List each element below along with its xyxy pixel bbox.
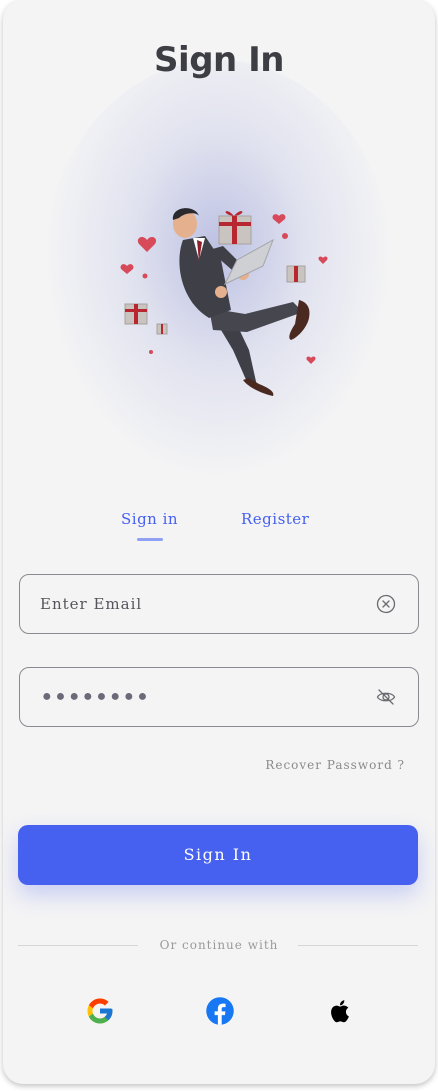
gift-box [156,323,168,335]
email-field[interactable]: Enter Email [19,574,419,634]
divider-right [298,945,418,946]
page-title: Sign In [154,40,284,80]
google-icon[interactable] [85,996,115,1026]
heart-decoration [306,356,316,364]
email-placeholder: Enter Email [40,595,143,613]
heart-decoration [120,264,134,274]
heart-decoration [142,273,148,279]
apple-icon[interactable] [325,996,355,1026]
gift-box [286,265,306,283]
gift-box [218,211,252,245]
heart-decoration [137,237,157,252]
eye-off-icon[interactable] [376,687,396,707]
tab-register[interactable]: Register [241,510,309,528]
heart-decoration [282,233,288,239]
heart-decoration [149,350,153,354]
heart-decoration [318,256,328,264]
sign-in-button[interactable]: Sign In [18,825,418,885]
sign-in-screen: Sign In Sign in Register Enter Email ●●●… [3,0,435,1084]
gift-box [124,303,148,325]
businessman-illustration [120,208,328,396]
facebook-icon[interactable] [205,996,235,1026]
active-tab-indicator [137,538,163,541]
auth-tabs: Sign in Register [3,510,435,550]
heart-decoration [272,214,286,224]
password-field[interactable]: ●●●●●●●● [19,667,419,727]
password-masked-value: ●●●●●●●● [42,688,152,705]
recover-password-link[interactable]: Recover Password ? [265,758,405,772]
tab-sign-in[interactable]: Sign in [121,510,178,528]
clear-icon[interactable] [376,594,396,614]
